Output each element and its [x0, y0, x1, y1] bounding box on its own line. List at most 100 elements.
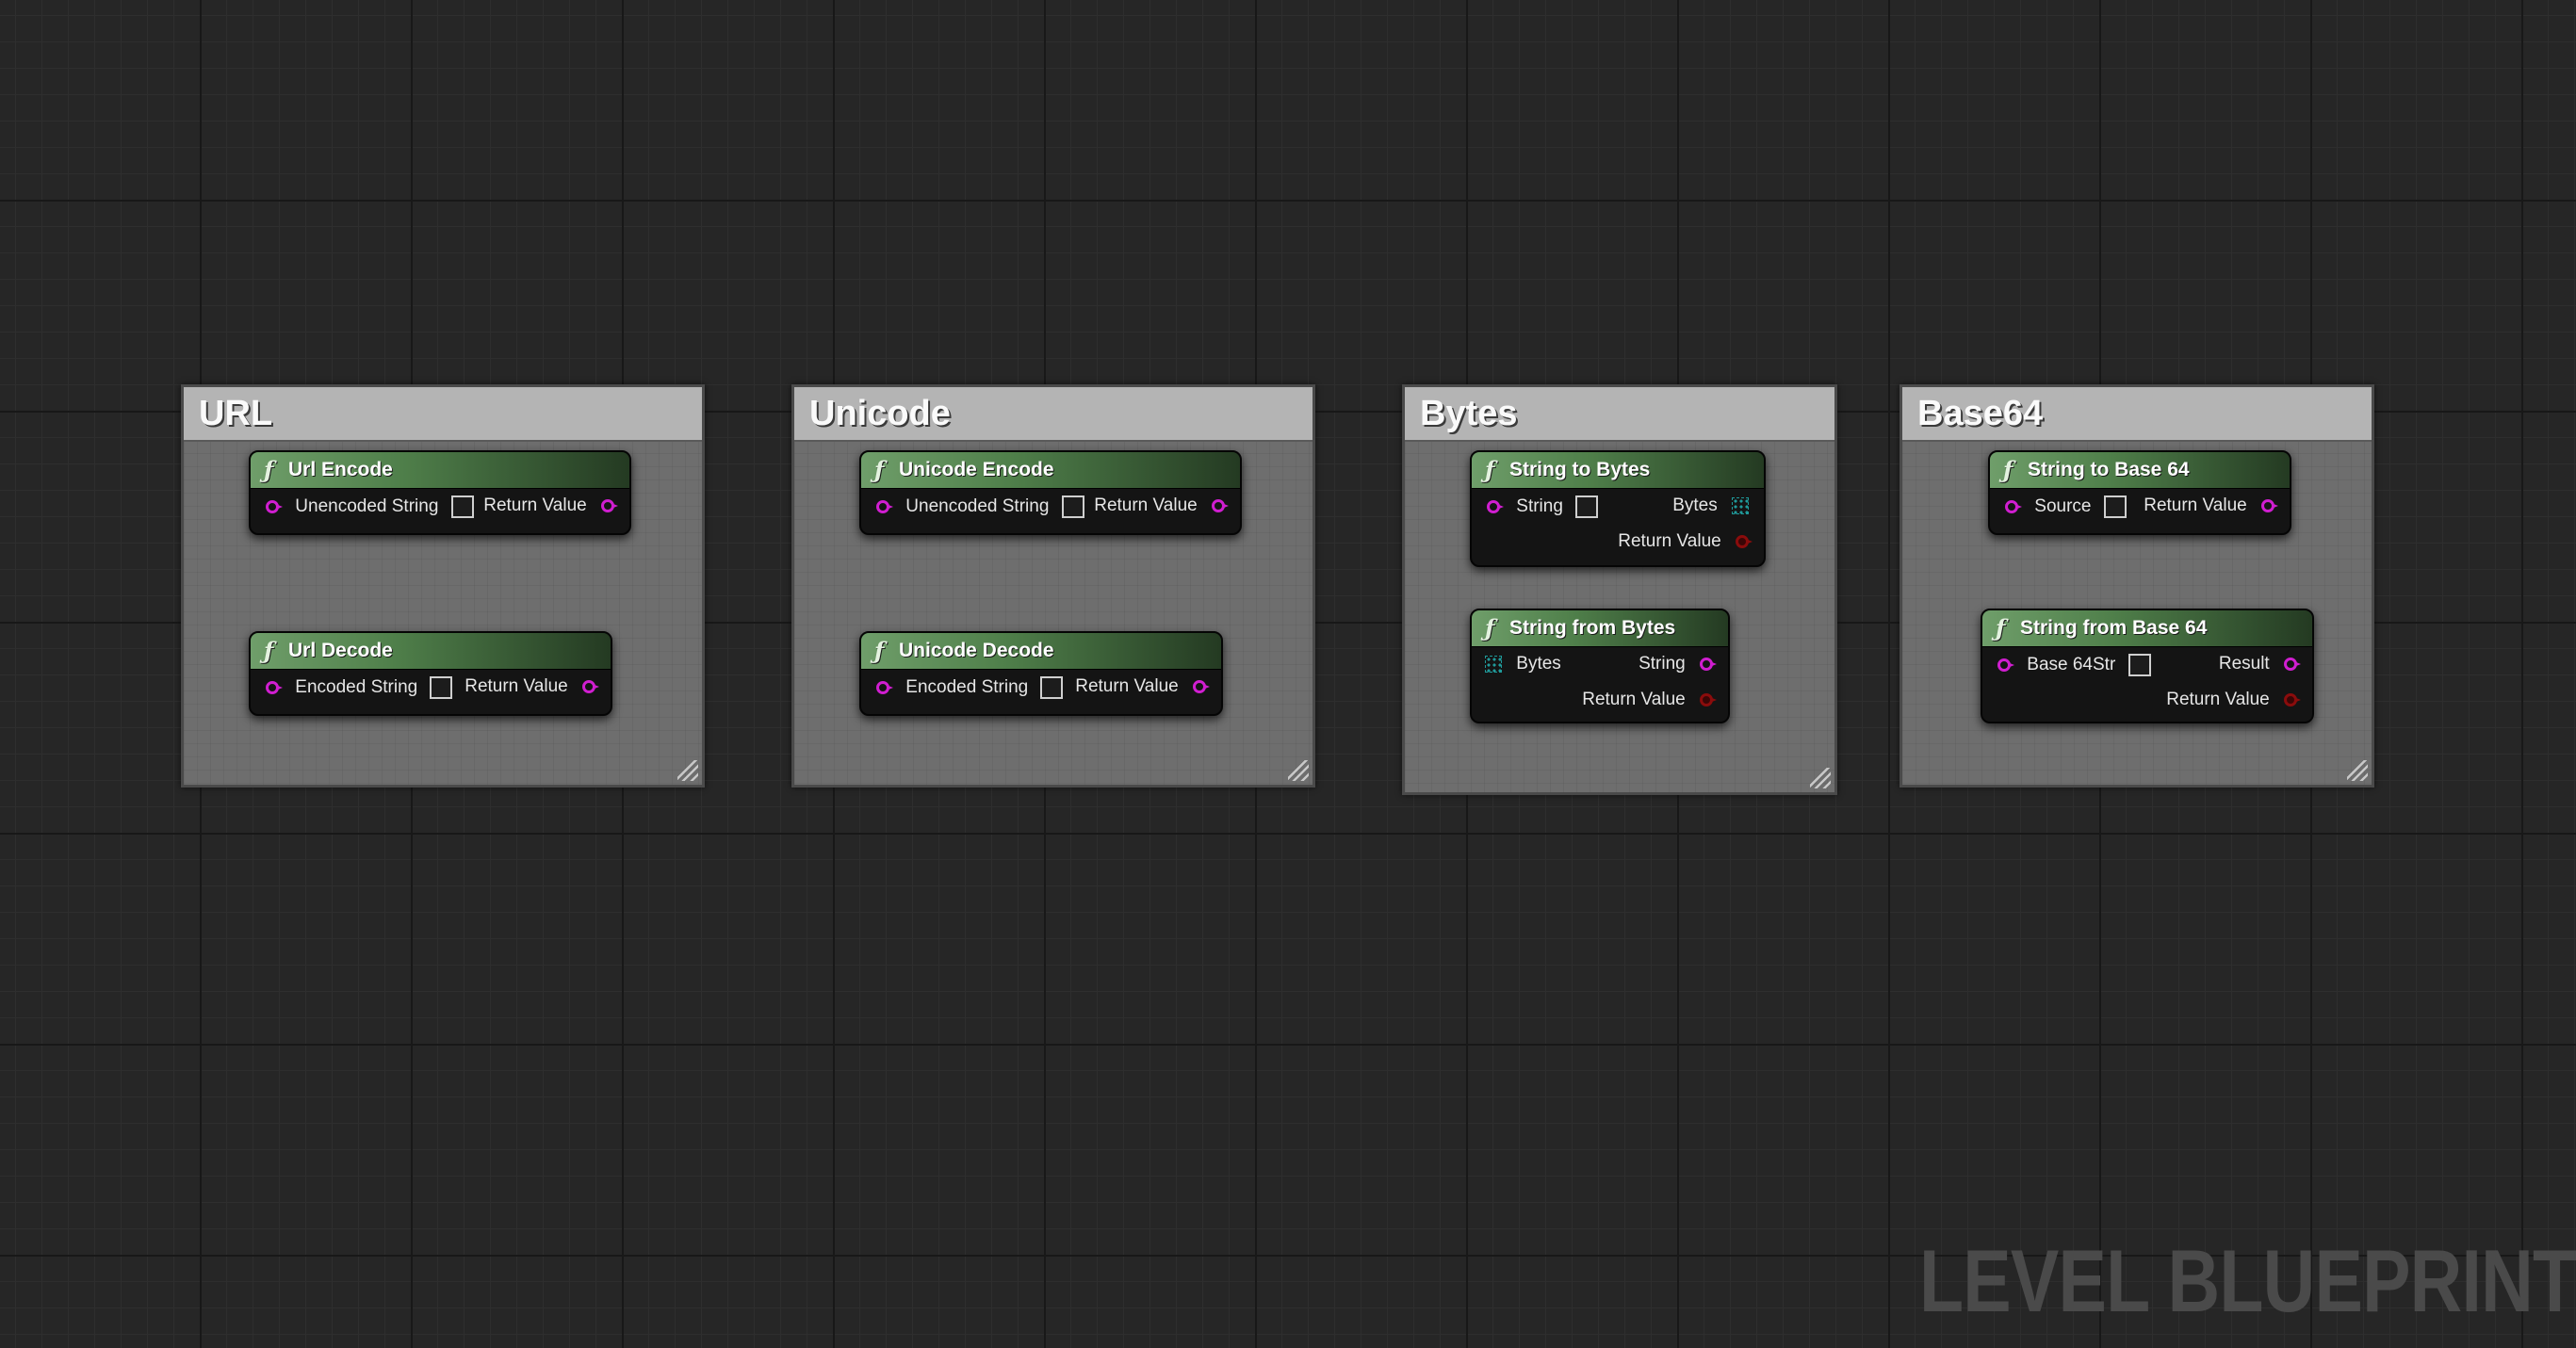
function-icon: ƒ	[264, 637, 274, 664]
function-icon: ƒ	[874, 637, 885, 664]
comment-box-base64[interactable]: Base64	[1899, 384, 2374, 788]
pin-label: Return Value	[1075, 676, 1179, 696]
resize-handle-icon[interactable]	[677, 760, 698, 781]
output-pin-row[interactable]: Return Value	[483, 495, 618, 516]
string-pin-icon[interactable]	[266, 500, 283, 513]
pin-label: Source	[2034, 496, 2092, 516]
pin-label: Encoded String	[295, 677, 418, 697]
comment-title[interactable]: URL	[184, 387, 702, 442]
output-pin-row[interactable]: Bytes	[1672, 495, 1749, 516]
node-string-from-bytes[interactable]: ƒ String from Bytes Bytes String Return …	[1470, 609, 1730, 723]
pin-label: Unencoded String	[295, 496, 439, 516]
output-pin-row[interactable]: Result	[2219, 654, 2301, 674]
output-pin-row[interactable]: Return Value	[2166, 690, 2301, 710]
output-pin-row[interactable]: Return Value	[1582, 690, 1717, 710]
output-pin-row[interactable]: Return Value	[465, 676, 599, 697]
output-pin-row[interactable]: Return Value	[1094, 495, 1229, 516]
byte-array-pin-icon[interactable]	[1485, 656, 1502, 673]
input-pin-row[interactable]: Bytes	[1485, 654, 1561, 674]
string-pin-icon[interactable]	[2261, 499, 2278, 512]
bool-pin-icon[interactable]	[1736, 535, 1753, 548]
string-pin-icon[interactable]	[876, 500, 893, 513]
pin-label: Encoded String	[905, 677, 1029, 697]
node-title: String from Bytes	[1509, 617, 1676, 639]
input-pin-row[interactable]: Base 64Str	[1997, 654, 2151, 676]
string-value-input[interactable]	[430, 676, 453, 699]
pin-label: Return Value	[1094, 495, 1198, 515]
node-title: Unicode Encode	[899, 459, 1054, 480]
comment-title[interactable]: Bytes	[1405, 387, 1834, 442]
input-pin-row[interactable]: Encoded String	[876, 676, 1064, 699]
bool-pin-icon[interactable]	[2284, 693, 2301, 706]
input-pin-row[interactable]: String	[1487, 495, 1599, 518]
pin-label: Return Value	[2144, 495, 2247, 515]
node-header[interactable]: ƒ Unicode Decode	[861, 633, 1221, 670]
string-pin-icon[interactable]	[1997, 658, 2014, 672]
function-icon: ƒ	[1996, 614, 2006, 642]
string-value-input[interactable]	[450, 495, 474, 518]
string-pin-icon[interactable]	[266, 681, 283, 694]
function-icon: ƒ	[874, 456, 885, 483]
node-unicode-decode[interactable]: ƒ Unicode Decode Encoded String Return V…	[859, 631, 1223, 716]
pin-label: Bytes	[1516, 654, 1561, 674]
node-url-decode[interactable]: ƒ Url Decode Encoded String Return Value	[249, 631, 612, 716]
string-pin-icon[interactable]	[1193, 680, 1210, 693]
node-string-to-base64[interactable]: ƒ String to Base 64 Source Return Value	[1988, 450, 2291, 535]
pin-label: Base 64Str	[2027, 655, 2116, 674]
output-pin-row[interactable]: String	[1639, 654, 1717, 674]
function-icon: ƒ	[1485, 614, 1495, 642]
function-icon: ƒ	[2003, 456, 2014, 483]
pin-label: String	[1639, 654, 1686, 674]
string-value-input[interactable]	[2128, 654, 2151, 676]
bool-pin-icon[interactable]	[1700, 693, 1717, 706]
pin-label: String	[1516, 496, 1563, 516]
node-string-from-base64[interactable]: ƒ String from Base 64 Base 64Str Result …	[1981, 609, 2314, 723]
graph-type-watermark: LEVEL BLUEPRINT	[1918, 1231, 2576, 1330]
pin-label: Return Value	[465, 676, 568, 696]
node-header[interactable]: ƒ String from Base 64	[1982, 610, 2312, 647]
node-header[interactable]: ƒ String to Bytes	[1472, 452, 1764, 489]
string-value-input[interactable]	[1061, 495, 1084, 518]
node-header[interactable]: ƒ Url Encode	[251, 452, 629, 489]
comment-title[interactable]: Base64	[1902, 387, 2372, 442]
comment-box-url[interactable]: URL	[181, 384, 705, 788]
node-unicode-encode[interactable]: ƒ Unicode Encode Unencoded String Return…	[859, 450, 1242, 535]
resize-handle-icon[interactable]	[2347, 760, 2368, 781]
string-value-input[interactable]	[2103, 495, 2127, 518]
comment-title[interactable]: Unicode	[794, 387, 1312, 442]
resize-handle-icon[interactable]	[1810, 768, 1831, 788]
string-pin-icon[interactable]	[2005, 500, 2022, 513]
comment-box-unicode[interactable]: Unicode	[791, 384, 1315, 788]
string-pin-icon[interactable]	[582, 680, 599, 693]
function-icon: ƒ	[264, 456, 274, 483]
input-pin-row[interactable]: Unencoded String	[266, 495, 474, 518]
node-title: String to Bytes	[1509, 459, 1651, 480]
string-pin-icon[interactable]	[1487, 500, 1504, 513]
pin-label: Return Value	[2166, 690, 2270, 709]
node-title: Url Decode	[288, 640, 393, 661]
node-header[interactable]: ƒ String from Bytes	[1472, 610, 1728, 647]
string-value-input[interactable]	[1575, 495, 1599, 518]
node-title: Unicode Decode	[899, 640, 1054, 661]
resize-handle-icon[interactable]	[1288, 760, 1309, 781]
input-pin-row[interactable]: Source	[2005, 495, 2127, 518]
node-header[interactable]: ƒ Unicode Encode	[861, 452, 1240, 489]
comment-box-bytes[interactable]: Bytes	[1402, 384, 1837, 795]
input-pin-row[interactable]: Encoded String	[266, 676, 453, 699]
string-value-input[interactable]	[1040, 676, 1064, 699]
node-header[interactable]: ƒ String to Base 64	[1990, 452, 2290, 489]
node-string-to-bytes[interactable]: ƒ String to Bytes String Bytes Return Va…	[1470, 450, 1766, 567]
output-pin-row[interactable]: Return Value	[1618, 531, 1753, 552]
node-url-encode[interactable]: ƒ Url Encode Unencoded String Return Val…	[249, 450, 631, 535]
byte-array-pin-icon[interactable]	[1732, 497, 1749, 514]
string-pin-icon[interactable]	[601, 499, 618, 512]
string-pin-icon[interactable]	[876, 681, 893, 694]
node-header[interactable]: ƒ Url Decode	[251, 633, 611, 670]
string-pin-icon[interactable]	[2284, 658, 2301, 671]
input-pin-row[interactable]: Unencoded String	[876, 495, 1084, 518]
output-pin-row[interactable]: Return Value	[1075, 676, 1210, 697]
string-pin-icon[interactable]	[1212, 499, 1229, 512]
output-pin-row[interactable]: Return Value	[2144, 495, 2278, 516]
pin-label: Bytes	[1672, 495, 1718, 515]
string-pin-icon[interactable]	[1700, 658, 1717, 671]
